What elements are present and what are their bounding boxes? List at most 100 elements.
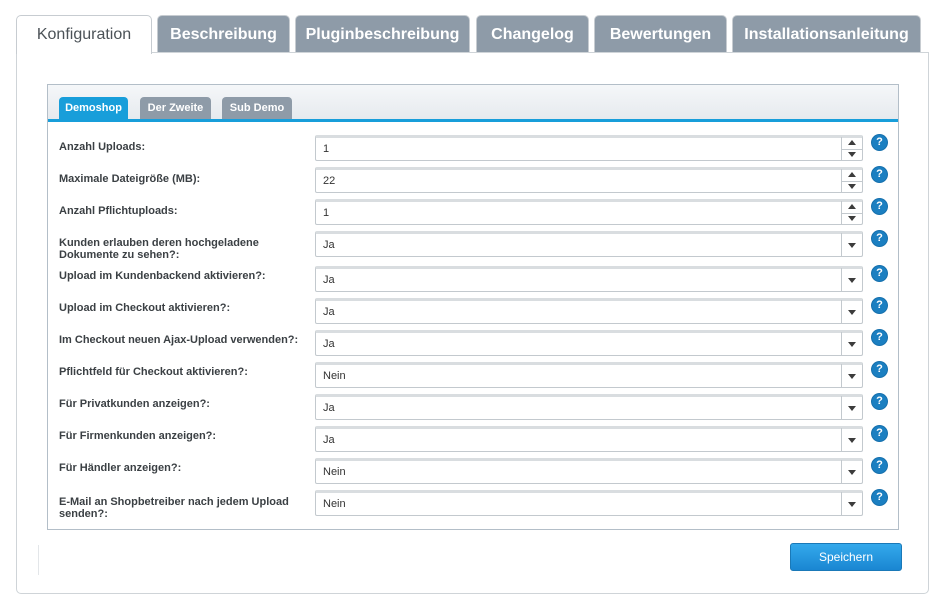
- field-value: Ja: [323, 338, 335, 350]
- dropdown-toggle[interactable]: [841, 428, 862, 452]
- help-icon[interactable]: ?: [872, 231, 887, 246]
- arrow-down-icon: [848, 152, 856, 157]
- help-icon[interactable]: ?: [872, 394, 887, 409]
- field-label: Für Privatkunden anzeigen?:: [59, 398, 210, 410]
- dropdown-toggle[interactable]: [841, 460, 862, 484]
- shop-config-box: Demoshop Der Zweite Sub Demo Anzahl Uplo…: [47, 84, 899, 530]
- arrow-down-icon: [848, 184, 856, 189]
- privatkunden-select[interactable]: Ja: [315, 394, 863, 420]
- form-row-privatkunden: Für Privatkunden anzeigen?: Ja ?: [48, 394, 898, 424]
- dropdown-toggle[interactable]: [841, 268, 862, 292]
- field-label: Kunden erlauben deren hochgeladene Dokum…: [59, 237, 259, 261]
- form-row-anzahl-pflichtuploads: Anzahl Pflichtuploads: 1 ?: [48, 199, 898, 229]
- tab-changelog[interactable]: Changelog: [476, 15, 589, 53]
- dropdown-toggle[interactable]: [841, 300, 862, 324]
- help-icon[interactable]: ?: [872, 362, 887, 377]
- subtab-der-zweite[interactable]: Der Zweite: [140, 97, 211, 119]
- form-row-kundenbackend: Upload im Kundenbackend aktivieren?: Ja …: [48, 266, 898, 296]
- arrow-down-icon: [848, 216, 856, 221]
- help-icon[interactable]: ?: [872, 426, 887, 441]
- dropdown-toggle[interactable]: [841, 396, 862, 420]
- help-icon[interactable]: ?: [872, 135, 887, 150]
- number-spinner: [841, 201, 862, 225]
- form-row-haendler: Für Händler anzeigen?: Nein ?: [48, 458, 898, 488]
- form-row-anzahl-uploads: Anzahl Uploads: 1 ?: [48, 135, 898, 165]
- tab-beschreibung[interactable]: Beschreibung: [157, 15, 290, 53]
- kundenbackend-select[interactable]: Ja: [315, 266, 863, 292]
- dropdown-toggle[interactable]: [841, 233, 862, 257]
- divider: [38, 545, 39, 575]
- field-value: Ja: [323, 402, 335, 414]
- haendler-select[interactable]: Nein: [315, 458, 863, 484]
- field-label: Für Firmenkunden anzeigen?:: [59, 430, 217, 442]
- decrement-button[interactable]: [842, 213, 862, 225]
- field-label: Maximale Dateigröße (MB):: [59, 173, 201, 185]
- help-icon[interactable]: ?: [872, 266, 887, 281]
- tab-installationsanleitung[interactable]: Installationsanleitung: [732, 15, 921, 53]
- dokumente-sehen-select[interactable]: Ja: [315, 231, 863, 257]
- number-spinner: [841, 137, 862, 161]
- tab-bewertungen[interactable]: Bewertungen: [594, 15, 727, 53]
- checkout-select[interactable]: Ja: [315, 298, 863, 324]
- field-label: Im Checkout neuen Ajax-Upload verwenden?…: [59, 334, 299, 346]
- dropdown-toggle[interactable]: [841, 332, 862, 356]
- field-value: Ja: [323, 306, 335, 318]
- field-value: Ja: [323, 434, 335, 446]
- field-label: Pflichtfeld für Checkout aktivieren?:: [59, 366, 248, 378]
- form-row-email-shopbetreiber: E-Mail an Shopbetreiber nach jedem Uploa…: [48, 490, 898, 520]
- field-label: E-Mail an Shopbetreiber nach jedem Uploa…: [59, 496, 289, 520]
- form-row-ajax-upload: Im Checkout neuen Ajax-Upload verwenden?…: [48, 330, 898, 360]
- field-label: Anzahl Pflichtuploads:: [59, 205, 178, 217]
- max-dateigroesse-input[interactable]: 22: [315, 167, 863, 193]
- top-tab-bar: Konfiguration Beschreibung Pluginbeschre…: [16, 15, 921, 54]
- field-value: 1: [323, 143, 330, 155]
- email-shopbetreiber-select[interactable]: Nein: [315, 490, 863, 516]
- subtab-sub-demo[interactable]: Sub Demo: [222, 97, 292, 119]
- help-icon[interactable]: ?: [872, 490, 887, 505]
- form-row-pflichtfeld: Pflichtfeld für Checkout aktivieren?: Ne…: [48, 362, 898, 392]
- anzahl-pflichtuploads-input[interactable]: 1: [315, 199, 863, 225]
- form-row-checkout: Upload im Checkout aktivieren?: Ja ?: [48, 298, 898, 328]
- field-value: Nein: [323, 498, 346, 510]
- arrow-up-icon: [848, 140, 856, 145]
- subtab-demoshop[interactable]: Demoshop: [59, 97, 128, 119]
- field-value: 22: [323, 175, 336, 187]
- shop-tab-bar: Demoshop Der Zweite Sub Demo: [48, 85, 898, 122]
- arrow-up-icon: [848, 172, 856, 177]
- form-row-firmenkunden: Für Firmenkunden anzeigen?: Ja ?: [48, 426, 898, 456]
- field-value: Ja: [323, 239, 335, 251]
- field-label: Für Händler anzeigen?:: [59, 462, 182, 474]
- tab-pluginbeschreibung[interactable]: Pluginbeschreibung: [295, 15, 470, 53]
- save-button[interactable]: Speichern: [790, 543, 902, 571]
- firmenkunden-select[interactable]: Ja: [315, 426, 863, 452]
- dropdown-toggle[interactable]: [841, 492, 862, 516]
- help-icon[interactable]: ?: [872, 199, 887, 214]
- number-spinner: [841, 169, 862, 193]
- dropdown-toggle[interactable]: [841, 364, 862, 388]
- field-value: Nein: [323, 370, 346, 382]
- help-icon[interactable]: ?: [872, 167, 887, 182]
- help-icon[interactable]: ?: [872, 298, 887, 313]
- field-value: 1: [323, 207, 330, 219]
- anzahl-uploads-input[interactable]: 1: [315, 135, 863, 161]
- field-label: Upload im Checkout aktivieren?:: [59, 302, 231, 314]
- tab-konfiguration[interactable]: Konfiguration: [16, 15, 152, 54]
- chevron-down-icon: [848, 342, 856, 347]
- field-label: Upload im Kundenbackend aktivieren?:: [59, 270, 266, 282]
- field-value: Nein: [323, 466, 346, 478]
- field-label: Anzahl Uploads:: [59, 141, 146, 153]
- help-icon[interactable]: ?: [872, 330, 887, 345]
- chevron-down-icon: [848, 470, 856, 475]
- help-icon[interactable]: ?: [872, 458, 887, 473]
- field-value: Ja: [323, 274, 335, 286]
- decrement-button[interactable]: [842, 149, 862, 161]
- decrement-button[interactable]: [842, 181, 862, 193]
- pflichtfeld-select[interactable]: Nein: [315, 362, 863, 388]
- chevron-down-icon: [848, 310, 856, 315]
- chevron-down-icon: [848, 278, 856, 283]
- ajax-upload-select[interactable]: Ja: [315, 330, 863, 356]
- chevron-down-icon: [848, 374, 856, 379]
- chevron-down-icon: [848, 502, 856, 507]
- chevron-down-icon: [848, 243, 856, 248]
- chevron-down-icon: [848, 406, 856, 411]
